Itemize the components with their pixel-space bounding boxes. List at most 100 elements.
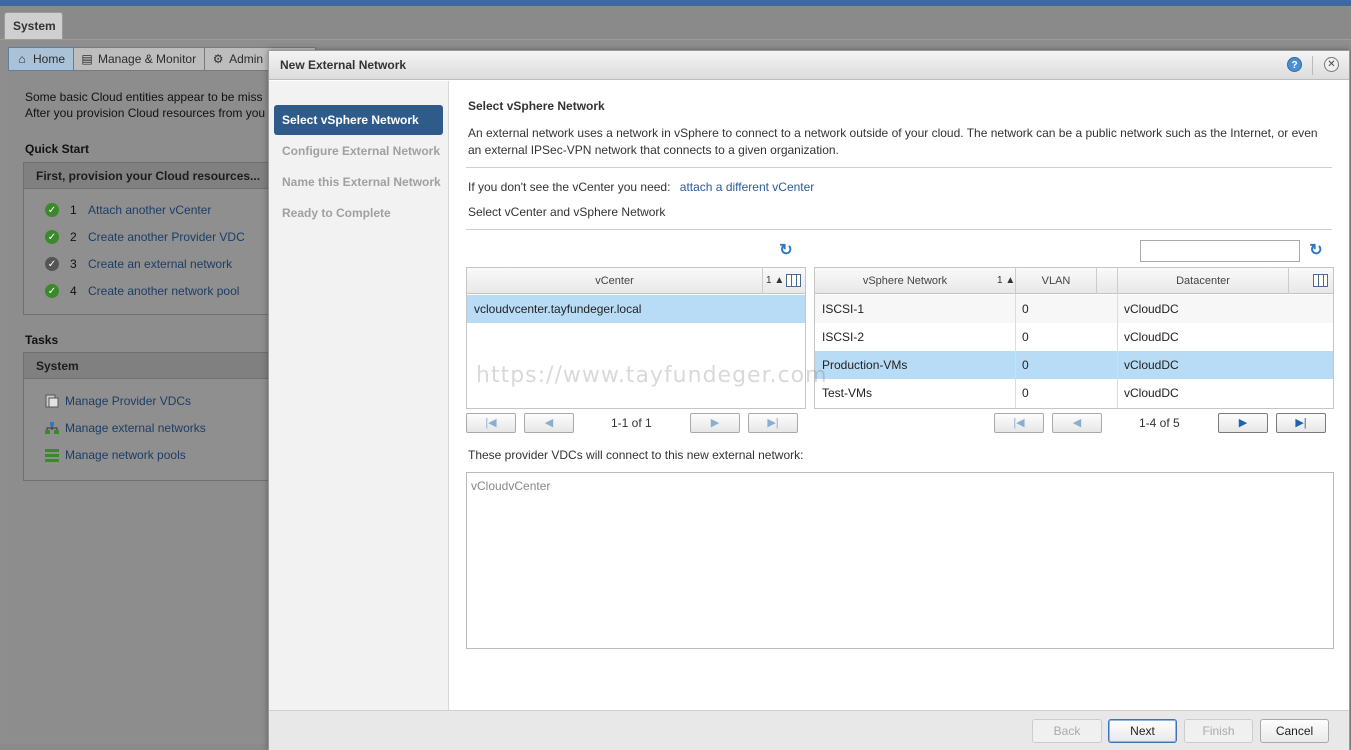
quick-start-link[interactable]: Create another Provider VDC (88, 230, 245, 244)
column-divider (1015, 294, 1016, 408)
vcenter-cell: vcloudvcenter.tayfundeger.local (474, 302, 642, 316)
last-page-button[interactable]: ▶| (748, 413, 798, 433)
subtab-manage-monitor-label: Manage & Monitor (98, 52, 197, 66)
next-page-button[interactable]: ▶ (1218, 413, 1268, 433)
prev-page-button[interactable]: ◀ (524, 413, 574, 433)
vlan-cell: 0 (1022, 330, 1029, 344)
provider-vdc-list: vCloudvCenter (466, 472, 1334, 649)
step-configure-external-network: Configure External Network (282, 144, 441, 158)
network-grid-header: vSphere Network 1 ▲ VLAN Datacenter (815, 268, 1333, 294)
subtab-home[interactable]: ⌂ Home (8, 47, 75, 71)
dialog-title: New External Network (280, 58, 407, 72)
sort-indicator[interactable]: 1 ▲ (997, 268, 1015, 294)
check-icon: ✓ (45, 284, 59, 298)
quick-start-link[interactable]: Create another network pool (88, 284, 239, 298)
intro-line-2: After you provision Cloud resources from… (25, 106, 266, 120)
next-page-button[interactable]: ▶ (690, 413, 740, 433)
task-manage-external-networks[interactable]: Manage external networks (44, 421, 206, 435)
provider-vdc-label: These provider VDCs will connect to this… (468, 448, 804, 462)
quick-start-link[interactable]: Create an external network (88, 257, 232, 271)
first-page-button[interactable]: |◀ (994, 413, 1044, 433)
vcenter-grid-header: vCenter 1 ▲ (467, 268, 805, 294)
subtab-home-label: Home (33, 52, 66, 66)
intro-line-1: Some basic Cloud entities appear to be m… (25, 90, 263, 104)
column-vcenter[interactable]: vCenter (467, 268, 763, 294)
quick-start-item-3[interactable]: ✓ 3 Create an external network (45, 257, 232, 271)
admin-icon: ⚙ (212, 52, 224, 66)
quick-start-link[interactable]: Attach another vCenter (88, 203, 211, 217)
quick-start-num: 1 (70, 203, 77, 217)
list-item: vCloudvCenter (471, 479, 551, 493)
dialog-header: New External Network ? ✕ (269, 51, 1349, 80)
datacenter-cell: vCloudDC (1124, 386, 1179, 400)
wizard-content: Select vSphere Network An external netwo… (466, 81, 1336, 711)
close-icon[interactable]: ✕ (1324, 57, 1339, 72)
datacenter-cell: vCloudDC (1124, 330, 1179, 344)
column-picker-icon[interactable] (786, 274, 801, 287)
quick-start-item-1[interactable]: ✓ 1 Attach another vCenter (45, 203, 211, 217)
help-icon[interactable]: ? (1287, 57, 1302, 72)
refresh-icon[interactable]: ↻ (778, 243, 794, 259)
step-select-vsphere-network[interactable]: Select vSphere Network (274, 105, 443, 135)
new-external-network-dialog: New External Network ? ✕ Select vSphere … (268, 50, 1350, 750)
tab-system[interactable]: System (4, 12, 63, 39)
table-row[interactable]: vcloudvcenter.tayfundeger.local (467, 295, 805, 323)
table-row[interactable]: ISCSI-2 0 vCloudDC (815, 323, 1333, 351)
search-input[interactable] (1140, 240, 1300, 262)
quick-start-num: 4 (70, 284, 77, 298)
vlan-cell: 0 (1022, 302, 1029, 316)
first-page-button[interactable]: |◀ (466, 413, 516, 433)
quick-start-item-4[interactable]: ✓ 4 Create another network pool (45, 284, 239, 298)
table-row[interactable]: Production-VMs 0 vCloudDC (815, 351, 1333, 379)
column-divider (1117, 294, 1118, 408)
task-manage-provider-vdcs[interactable]: Manage Provider VDCs (44, 394, 191, 408)
task-label[interactable]: Manage external networks (65, 421, 206, 435)
vcenter-grid: vCenter 1 ▲ vcloudvcenter.tayfundeger.lo… (466, 267, 806, 409)
vlan-cell: 0 (1022, 358, 1029, 372)
vsphere-network-grid: vSphere Network 1 ▲ VLAN Datacenter ISCS… (814, 267, 1334, 409)
cancel-button[interactable]: Cancel (1260, 719, 1329, 743)
last-page-button[interactable]: ▶| (1276, 413, 1326, 433)
network-cell: Test-VMs (822, 386, 873, 400)
home-icon: ⌂ (18, 52, 26, 66)
network-cell: ISCSI-2 (822, 330, 865, 344)
provider-vdc-icon (44, 394, 60, 408)
divider (466, 229, 1332, 230)
tasks-title: Tasks (25, 333, 59, 347)
table-row[interactable]: ISCSI-1 0 vCloudDC (815, 295, 1333, 323)
table-row[interactable]: Test-VMs 0 vCloudDC (815, 379, 1333, 407)
back-button[interactable]: Back (1032, 719, 1102, 743)
finish-button[interactable]: Finish (1184, 719, 1253, 743)
next-button[interactable]: Next (1108, 719, 1177, 743)
step-ready-to-complete: Ready to Complete (282, 206, 391, 220)
column-picker-icon[interactable] (1313, 274, 1328, 287)
check-icon: ✓ (45, 230, 59, 244)
prev-page-button[interactable]: ◀ (1052, 413, 1102, 433)
divider (466, 167, 1332, 168)
task-manage-network-pools[interactable]: Manage network pools (44, 448, 186, 462)
dialog-footer: Back Next Finish Cancel (269, 710, 1349, 750)
attach-vcenter-link[interactable]: attach a different vCenter (680, 180, 815, 194)
task-label[interactable]: Manage Provider VDCs (65, 394, 191, 408)
vcenter-pager-status: 1-1 of 1 (611, 416, 652, 430)
quick-start-header: First, provision your Cloud resources... (24, 163, 282, 189)
sort-indicator[interactable]: 1 ▲ (766, 268, 784, 294)
external-network-icon (44, 421, 60, 435)
vcenter-prompt-text: If you don't see the vCenter you need: (468, 180, 671, 194)
task-label[interactable]: Manage network pools (65, 448, 186, 462)
column-vsphere-network[interactable]: vSphere Network (815, 268, 995, 294)
page-description: An external network uses a network in vS… (468, 126, 1318, 157)
column-datacenter[interactable]: Datacenter (1117, 268, 1289, 294)
datacenter-cell: vCloudDC (1124, 302, 1179, 316)
network-cell: Production-VMs (822, 358, 908, 372)
refresh-icon[interactable]: ↻ (1308, 243, 1324, 259)
network-pool-icon (44, 448, 60, 462)
subtab-manage-monitor[interactable]: ▤ Manage & Monitor (73, 47, 206, 71)
select-label: Select vCenter and vSphere Network (468, 205, 666, 219)
header-separator (1312, 56, 1313, 75)
network-pager-status: 1-4 of 5 (1139, 416, 1180, 430)
quick-start-item-2[interactable]: ✓ 2 Create another Provider VDC (45, 230, 245, 244)
quick-start-title: Quick Start (25, 142, 90, 156)
column-vlan[interactable]: VLAN (1015, 268, 1097, 294)
tasks-header: System (24, 353, 282, 379)
